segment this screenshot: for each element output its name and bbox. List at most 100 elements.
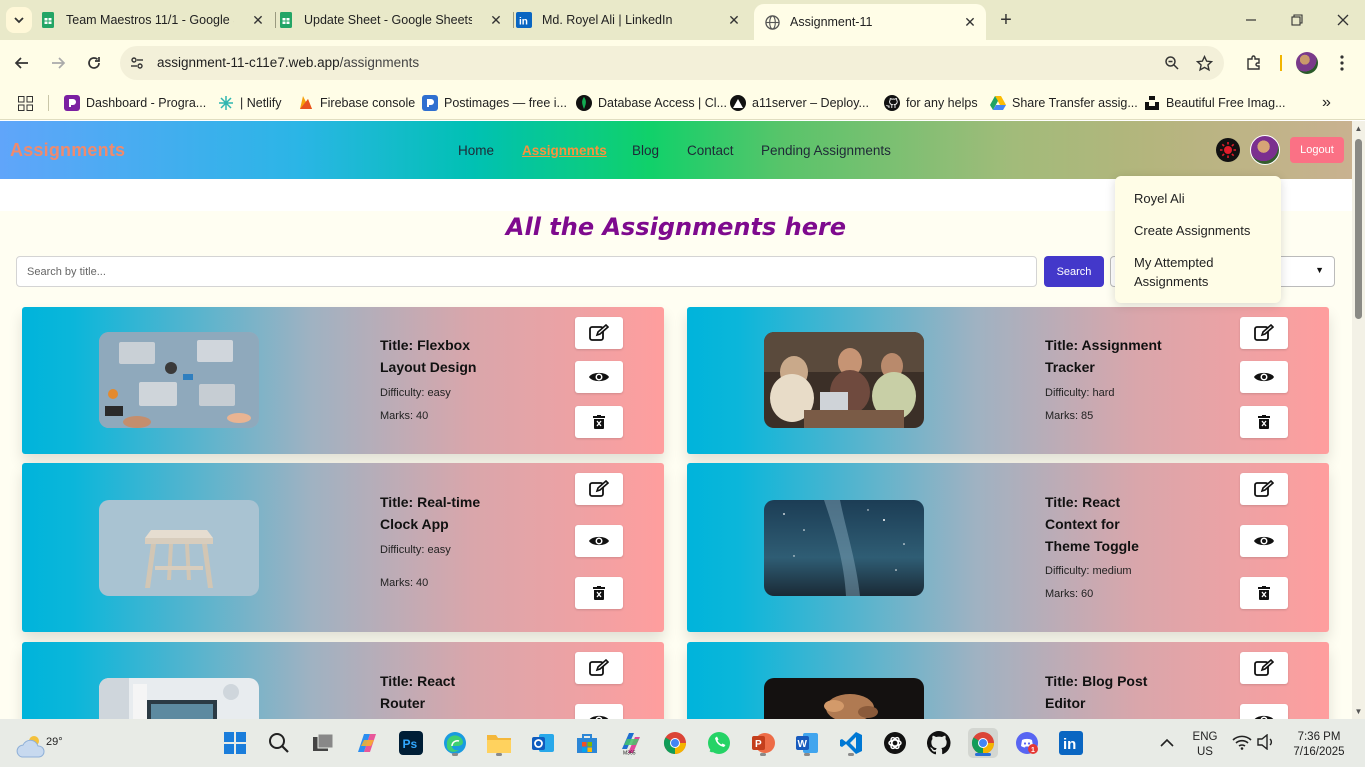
apps-button[interactable] [18,92,33,114]
github-desktop-button[interactable] [924,728,954,758]
restore-button[interactable] [1274,0,1320,40]
edit-button[interactable] [575,473,623,505]
browser-tab[interactable]: in Md. Royel Ali | LinkedIn ✕ [516,0,750,40]
microsoft-store-button[interactable] [572,728,602,758]
whatsapp-button[interactable] [704,728,734,758]
view-button[interactable] [1240,361,1288,393]
bookmark-item[interactable]: Dashboard - Progra... [64,92,206,114]
edit-button[interactable] [1240,317,1288,349]
bookmark-star-button[interactable] [1194,53,1214,73]
nav-blog[interactable]: Blog [632,143,659,158]
chrome-button[interactable] [660,728,690,758]
close-window-button[interactable] [1320,0,1365,40]
delete-button[interactable] [575,577,623,609]
site-settings-icon[interactable] [128,54,146,72]
browser-tab[interactable]: Team Maestros 11/1 - Google Sheets ✕ [40,0,274,40]
wifi-icon[interactable] [1232,734,1252,752]
firebase-icon [298,95,314,111]
url-text[interactable]: assignment-11-c11e7.web.app/assignments [157,55,419,70]
delete-button[interactable] [1240,406,1288,438]
view-button[interactable] [1240,704,1288,719]
address-bar[interactable]: assignment-11-c11e7.web.app/assignments [120,46,1224,80]
outlook-button[interactable] [528,728,558,758]
edit-button[interactable] [1240,652,1288,684]
view-button[interactable] [575,361,623,393]
weather-widget[interactable]: 29° [16,727,63,759]
browser-tab[interactable]: Update Sheet - Google Sheets ✕ [278,0,512,40]
bookmark-item[interactable]: a11server – Deploy... [730,92,869,114]
bookmark-item[interactable]: for any helps [884,92,978,114]
bookmark-item[interactable]: Postimages — free i... [422,92,567,114]
search-input[interactable] [16,256,1037,287]
logout-button[interactable]: Logout [1290,137,1344,163]
browser-tab-active[interactable]: Assignment-11 ✕ [754,4,986,40]
chrome-active-button[interactable] [968,728,998,758]
linkedin-taskbar-button[interactable]: in [1056,728,1086,758]
theme-toggle-button[interactable] [1216,138,1240,162]
nav-contact[interactable]: Contact [687,143,734,158]
bookmark-label: Firebase console [320,96,416,110]
word-icon: W [796,733,818,753]
view-button[interactable] [1240,525,1288,557]
show-hidden-icons-button[interactable] [1152,728,1182,758]
edge-button[interactable] [440,728,470,758]
apps-grid-icon [18,95,33,111]
powerpoint-button[interactable]: P [748,728,778,758]
close-icon[interactable]: ✕ [726,12,742,28]
search-taskbar-button[interactable] [264,728,294,758]
bookmark-item[interactable]: Firebase console [298,92,415,114]
photoshop-button[interactable]: Ps [396,728,426,758]
view-button[interactable] [575,525,623,557]
back-button[interactable] [9,50,35,76]
scrollbar-thumb[interactable] [1355,139,1362,319]
site-logo[interactable]: Assignments [10,140,125,161]
close-icon[interactable]: ✕ [962,14,978,30]
chrome-icon [972,732,994,754]
delete-button[interactable] [1240,577,1288,609]
scroll-down-icon[interactable]: ▼ [1354,707,1363,716]
discord-button[interactable]: 1 [1012,728,1042,758]
zoom-button[interactable] [1162,53,1182,73]
copilot-button[interactable] [352,728,382,758]
bookmarks-overflow-button[interactable]: » [1322,92,1331,114]
delete-button[interactable] [575,406,623,438]
m365-button[interactable]: M365 [616,728,646,758]
unsplash-icon [1144,95,1160,111]
user-avatar[interactable] [1250,135,1280,165]
bookmark-item[interactable]: Share Transfer assig... [990,92,1138,114]
nav-pending-assignments[interactable]: Pending Assignments [761,143,891,158]
search-button[interactable]: Search [1044,256,1104,287]
browser-menu-button[interactable] [1330,51,1354,75]
dropdown-my-attempted-assignments[interactable]: My Attempted Assignments [1134,253,1274,291]
volume-icon[interactable] [1257,733,1275,752]
page-scrollbar[interactable]: ▲ ▼ [1352,121,1365,719]
vscode-button[interactable] [836,728,866,758]
scroll-up-icon[interactable]: ▲ [1354,124,1363,133]
tab-search-button[interactable] [6,7,32,33]
nav-assignments[interactable]: Assignments [522,143,607,158]
reload-button[interactable] [81,50,107,76]
task-view-button[interactable] [308,728,338,758]
start-button[interactable] [220,728,250,758]
close-icon[interactable]: ✕ [250,12,266,28]
forward-button[interactable] [45,50,71,76]
profile-button[interactable] [1295,51,1319,75]
bookmark-item[interactable]: | Netlify [218,92,281,114]
close-icon[interactable]: ✕ [488,12,504,28]
file-explorer-button[interactable] [484,728,514,758]
edit-button[interactable] [1240,473,1288,505]
minimize-button[interactable] [1228,0,1274,40]
edit-button[interactable] [575,317,623,349]
edit-button[interactable] [575,652,623,684]
dropdown-create-assignments[interactable]: Create Assignments [1134,221,1274,240]
bookmark-item[interactable]: Database Access | Cl... [576,92,727,114]
clock[interactable]: 7:36 PM 7/16/2025 [1284,730,1354,760]
nav-home[interactable]: Home [458,143,494,158]
view-button[interactable] [575,704,623,719]
bookmark-item[interactable]: Beautiful Free Imag... [1144,92,1286,114]
language-indicator[interactable]: ENG US [1188,730,1222,760]
extensions-button[interactable] [1242,51,1266,75]
word-button[interactable]: W [792,728,822,758]
new-tab-button[interactable]: + [994,8,1018,32]
chatgpt-button[interactable] [880,728,910,758]
